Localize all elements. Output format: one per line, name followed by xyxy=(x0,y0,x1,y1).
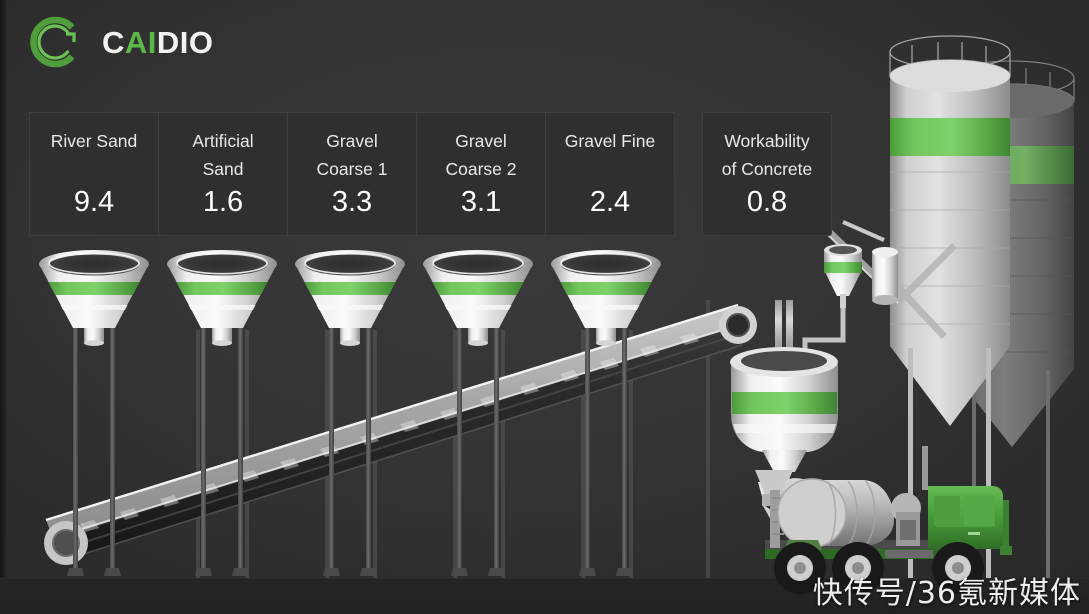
metric-card-gravel-coarse-2[interactable]: Gravel Coarse 2 3.1 xyxy=(416,112,546,236)
plant-dashboard: CAIDIO River Sand 9.4 Artificial Sand 1.… xyxy=(0,0,1089,614)
metric-value: 2.4 xyxy=(589,186,631,218)
weigh-hopper-group xyxy=(783,220,898,373)
metric-label: Workability xyxy=(724,131,810,151)
metric-label: Artificial xyxy=(192,131,254,151)
conveyor-belt xyxy=(44,303,757,565)
metric-card-artificial-sand[interactable]: Artificial Sand 1.6 xyxy=(158,112,288,236)
wordmark-c: C xyxy=(102,24,125,60)
metric-value: 3.1 xyxy=(460,186,502,218)
caidio-c-logo-icon xyxy=(26,14,82,70)
watermark-text: 快传号/36氪新媒体 xyxy=(812,576,1081,611)
metric-card-workability[interactable]: Workability of Concrete 0.8 xyxy=(702,112,832,236)
wordmark-dio: DIO xyxy=(156,24,214,60)
mixer-drum xyxy=(777,478,894,550)
metric-card-gravel-fine[interactable]: Gravel Fine 2.4 xyxy=(545,112,675,236)
metric-label-line2: Coarse 1 xyxy=(316,159,388,179)
metric-card-row: River Sand 9.4 Artificial Sand 1.6 Grave… xyxy=(29,112,832,236)
metric-value: 1.6 xyxy=(202,186,244,218)
metric-card-gravel-coarse-1[interactable]: Gravel Coarse 1 3.3 xyxy=(287,112,417,236)
metric-value: 0.8 xyxy=(746,186,788,218)
metric-label-line2: Sand xyxy=(202,159,244,179)
metric-label: Gravel xyxy=(326,131,378,151)
metric-label: Gravel xyxy=(455,131,507,151)
metric-label-line2: of Concrete xyxy=(721,159,813,179)
funnel-hopper-5 xyxy=(550,249,662,577)
metric-value: 9.4 xyxy=(73,186,115,218)
funnel-hopper-2 xyxy=(166,249,278,577)
metric-label: River Sand xyxy=(50,131,138,151)
wordmark-ai: AI xyxy=(124,24,157,60)
metric-label: Gravel Fine xyxy=(564,131,656,151)
brand-logo[interactable]: CAIDIO xyxy=(26,14,214,70)
plant-diagram xyxy=(38,35,1075,594)
metric-value: 3.3 xyxy=(331,186,373,218)
metric-label-line2: Coarse 2 xyxy=(445,159,517,179)
metric-card-river-sand[interactable]: River Sand 9.4 xyxy=(29,112,159,236)
brand-wordmark: CAIDIO xyxy=(102,27,214,58)
